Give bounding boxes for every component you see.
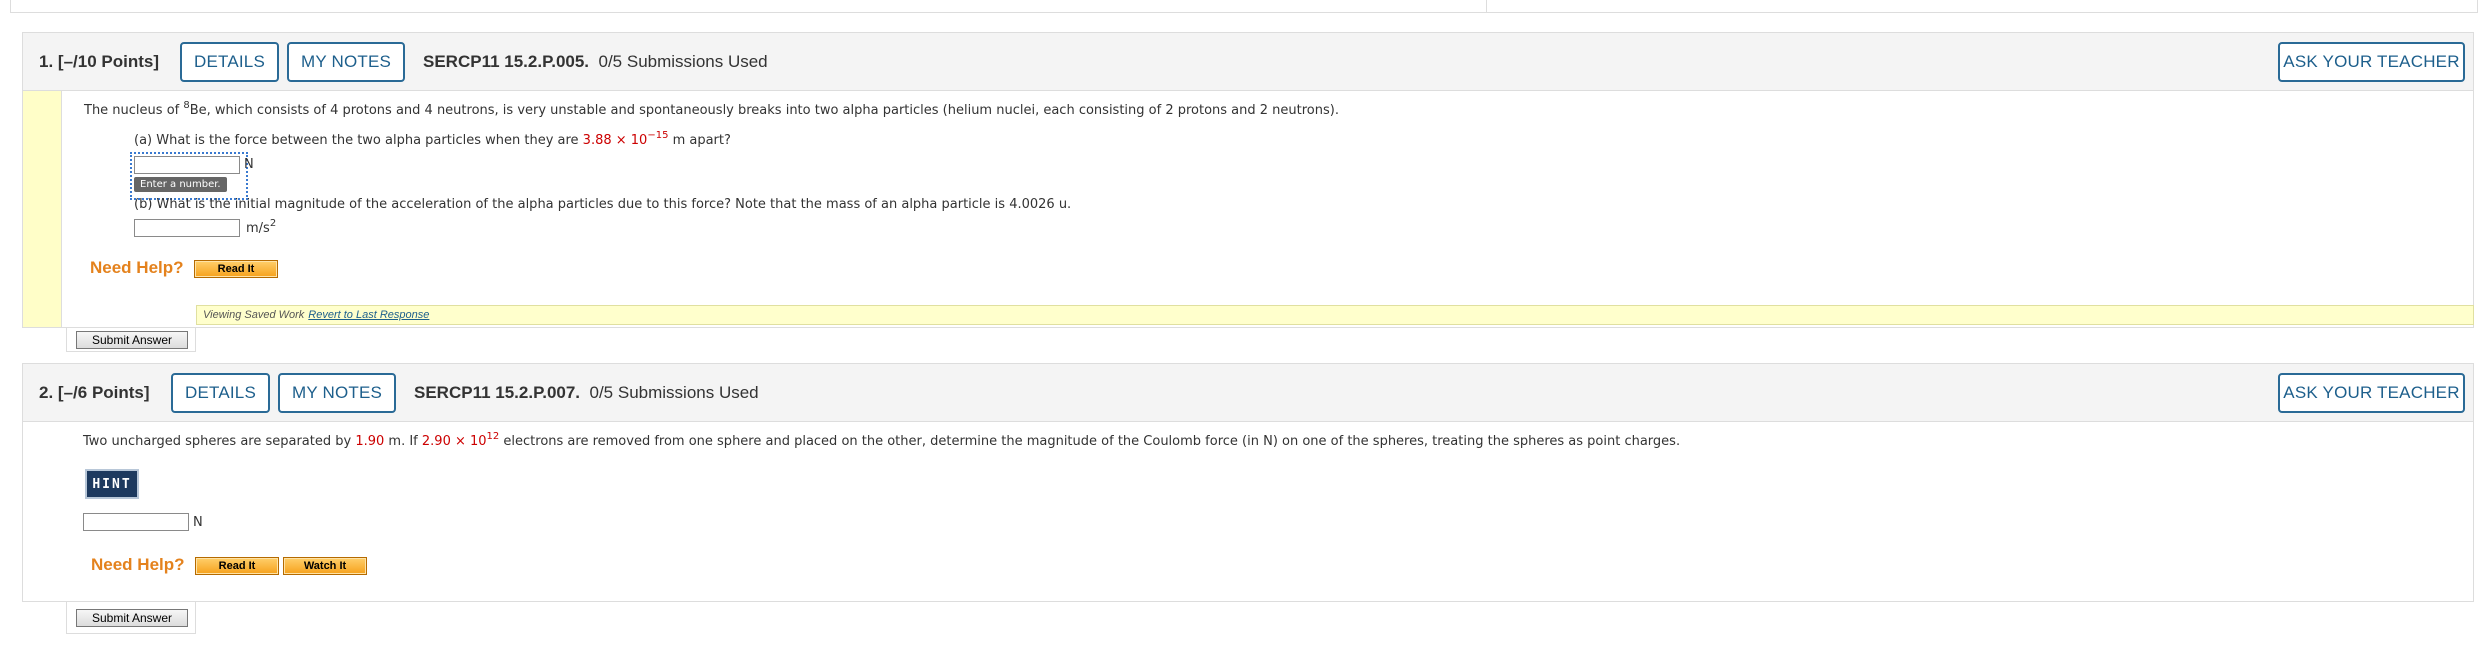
question-1-title: 1. [–/10 Points] <box>39 52 160 71</box>
answer-input[interactable] <box>83 513 189 531</box>
need-help-label: Need Help? <box>91 555 185 574</box>
ask-your-teacher-button[interactable]: ASK YOUR TEACHER <box>2278 42 2465 82</box>
my-notes-button[interactable]: MY NOTES <box>287 42 405 82</box>
answer-unit: N <box>193 515 203 530</box>
part-a-prompt: (a) What is the force between the two al… <box>134 130 731 149</box>
saved-work-banner: Viewing Saved Work Revert to Last Respons… <box>196 305 2474 325</box>
hint-button[interactable]: HINT <box>85 469 139 499</box>
watch-it-button[interactable]: Watch It <box>283 557 367 575</box>
part-b-prompt: (b) What is the initial magnitude of the… <box>134 197 1072 212</box>
question-2-title: 2. [–/6 Points] <box>39 383 150 402</box>
previous-section-edge <box>10 0 2478 13</box>
part-b-answer-input[interactable] <box>134 219 240 237</box>
question-code: SERCP11 15.2.P.007. 0/5 Submissions Used <box>414 383 759 402</box>
part-a-unit: N <box>244 157 254 172</box>
submit-answer-box: Submit Answer <box>66 328 196 352</box>
submit-answer-button[interactable]: Submit Answer <box>76 609 188 627</box>
submissions-used: 0/5 Submissions Used <box>598 52 768 71</box>
question-code: SERCP11 15.2.P.005. 0/5 Submissions Used <box>423 52 768 71</box>
details-button[interactable]: DETAILS <box>180 42 279 82</box>
details-button[interactable]: DETAILS <box>171 373 270 413</box>
part-b-unit: m/s2 <box>246 218 277 237</box>
read-it-button[interactable]: Read It <box>195 557 279 575</box>
saved-work-indicator-bar <box>22 91 62 328</box>
part-a-answer-input[interactable] <box>134 156 240 174</box>
question-2-header: 2. [–/6 Points] DETAILS MY NOTES SERCP11… <box>22 363 2474 422</box>
submissions-used: 0/5 Submissions Used <box>589 383 759 402</box>
question-stem: The nucleus of 8Be, which consists of 4 … <box>84 100 1339 119</box>
submit-answer-box: Submit Answer <box>66 602 196 634</box>
submit-answer-button[interactable]: Submit Answer <box>76 331 188 349</box>
input-tooltip: Enter a number. <box>134 177 227 192</box>
given-distance: 3.88 × 10−15 <box>582 130 669 149</box>
question-1-body: The nucleus of 8Be, which consists of 4 … <box>22 91 2474 328</box>
question-2-body: Two uncharged spheres are separated by 1… <box>22 422 2474 602</box>
read-it-button[interactable]: Read It <box>194 260 278 278</box>
revert-to-last-response-link[interactable]: Revert to Last Response <box>308 309 429 321</box>
given-electron-count: 2.90 × 1012 <box>421 431 500 450</box>
ask-your-teacher-button[interactable]: ASK YOUR TEACHER <box>2278 373 2465 413</box>
need-help-label: Need Help? <box>90 258 184 277</box>
my-notes-button[interactable]: MY NOTES <box>278 373 396 413</box>
question-1-header: 1. [–/10 Points] DETAILS MY NOTES SERCP1… <box>22 32 2474 91</box>
question-stem: Two uncharged spheres are separated by 1… <box>83 431 1681 450</box>
